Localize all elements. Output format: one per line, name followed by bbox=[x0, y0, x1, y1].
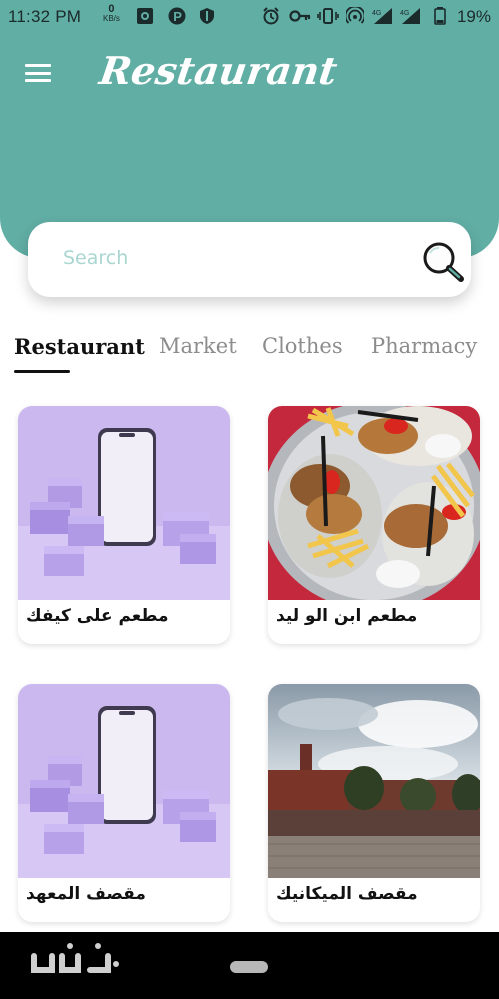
phone-with-boxes-illustration bbox=[18, 406, 230, 600]
card-title: مقصف الميكانيك bbox=[276, 884, 418, 904]
restaurant-card[interactable]: مطعم على كيفك bbox=[18, 406, 230, 644]
battery-icon bbox=[434, 7, 446, 25]
network-speed: 0 KB/s bbox=[103, 3, 120, 24]
card-title: مطعم على كيفك bbox=[26, 606, 169, 626]
network-speed-value: 0 bbox=[108, 3, 115, 15]
app-title: Restaurant bbox=[96, 48, 340, 93]
search-input[interactable] bbox=[61, 246, 365, 270]
battery-level: 19% bbox=[456, 7, 491, 26]
phone-with-boxes-illustration bbox=[18, 684, 230, 878]
tab-market[interactable]: Market bbox=[159, 334, 237, 358]
hamburger-menu-icon[interactable] bbox=[25, 64, 51, 82]
watermark-logo bbox=[31, 943, 119, 973]
tab-pharmacy[interactable]: Pharmacy bbox=[371, 334, 477, 358]
svg-text:4G: 4G bbox=[372, 10, 381, 17]
status-time: 11:32 PM bbox=[8, 7, 82, 26]
home-gesture-pill[interactable] bbox=[230, 961, 268, 973]
svg-text:P: P bbox=[173, 9, 182, 24]
svg-text:4G: 4G bbox=[400, 10, 409, 17]
alarm-clock-icon bbox=[263, 7, 279, 25]
hotspot-icon bbox=[346, 7, 364, 24]
tab-clothes[interactable]: Clothes bbox=[262, 334, 343, 358]
food-platter-photo bbox=[268, 406, 480, 600]
category-tabs: Restaurant Market Clothes Pharmacy bbox=[14, 334, 499, 374]
card-title: مطعم ابن الو ليد bbox=[276, 606, 418, 626]
vibrate-icon bbox=[317, 8, 339, 24]
restaurant-card[interactable]: مقصف المعهد bbox=[18, 684, 230, 922]
signal-4g-icon-2: 4G bbox=[400, 8, 420, 24]
restaurant-card[interactable]: مطعم ابن الو ليد bbox=[268, 406, 480, 644]
card-title: مقصف المعهد bbox=[26, 884, 146, 904]
building-courtyard-photo bbox=[268, 684, 480, 878]
status-bar: 11:32 PM 0 KB/s P 4G 4G 19% bbox=[0, 0, 499, 33]
search-bar bbox=[28, 222, 471, 297]
restaurant-card[interactable]: مقصف الميكانيك bbox=[268, 684, 480, 922]
network-speed-unit: KB/s bbox=[103, 14, 120, 23]
active-tab-indicator bbox=[14, 370, 70, 373]
search-icon[interactable] bbox=[419, 239, 467, 287]
shield-icon bbox=[200, 8, 214, 24]
signal-4g-icon: 4G bbox=[372, 8, 392, 24]
key-icon bbox=[289, 10, 311, 22]
screenshot-icon bbox=[137, 8, 153, 24]
system-navigation-bar bbox=[0, 932, 499, 999]
tab-restaurant[interactable]: Restaurant bbox=[14, 334, 145, 359]
parking-icon: P bbox=[168, 7, 186, 25]
